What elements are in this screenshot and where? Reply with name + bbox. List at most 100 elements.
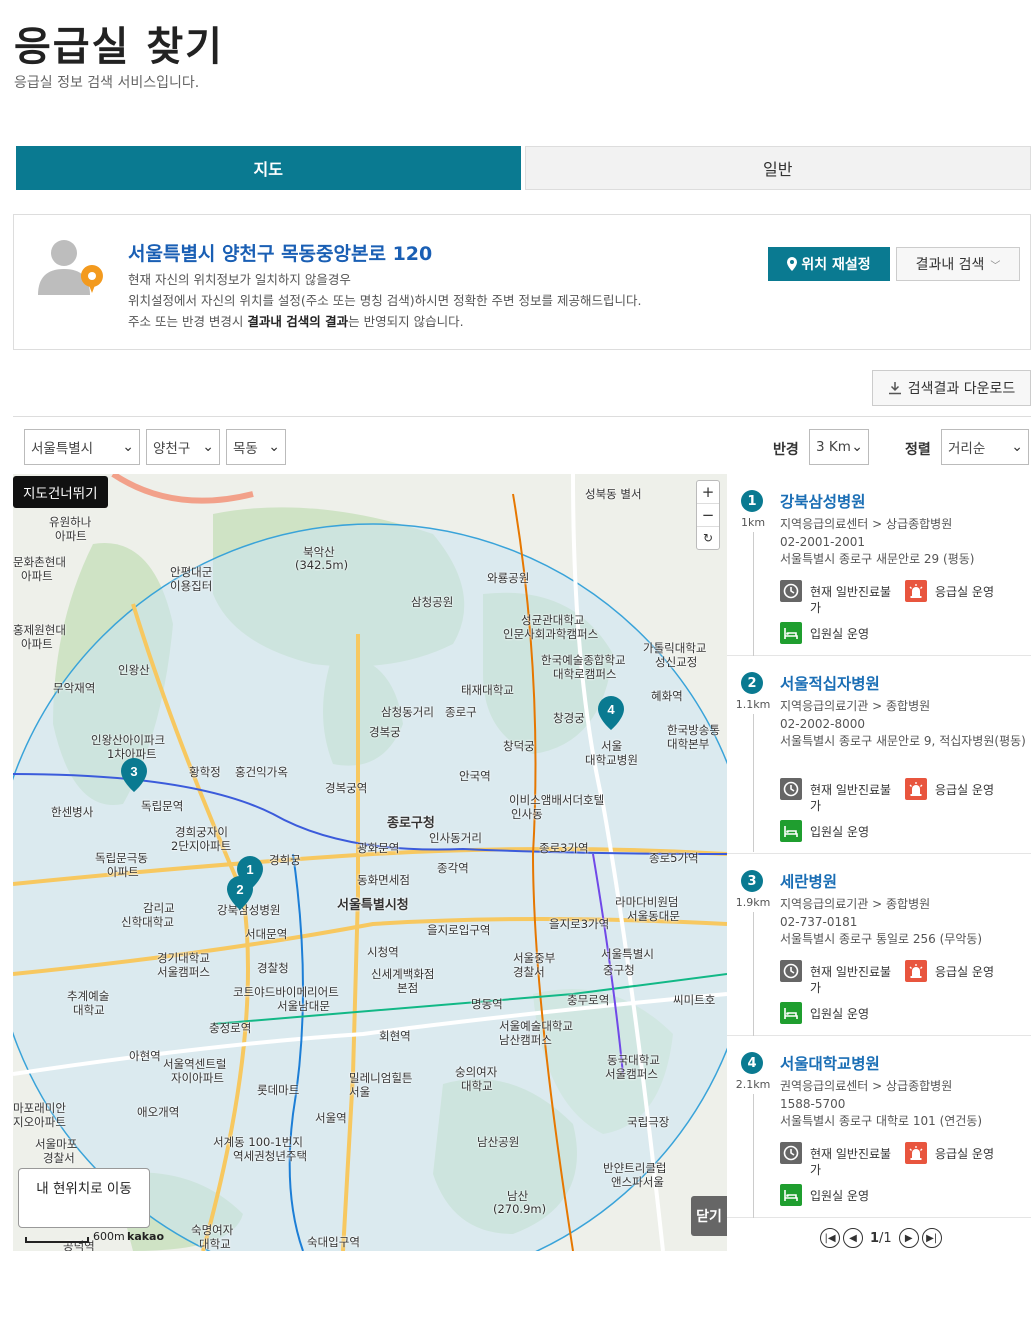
skip-map-link[interactable]: 지도건너뛰기 xyxy=(13,476,108,508)
radius-select[interactable]: 3 Km ⌄ xyxy=(809,429,869,465)
map-marker-3-num: 3 xyxy=(130,764,137,779)
district-select[interactable]: 양천구 ⌄ xyxy=(146,429,220,465)
map-marker-2-num: 2 xyxy=(236,882,243,897)
hospital-name-link[interactable]: 강북삼성병원 xyxy=(780,490,866,512)
map-label: 경희궁 xyxy=(269,853,301,867)
map-label: 종로구 xyxy=(445,705,477,719)
inpatient-status: 입원실 운영 xyxy=(810,627,870,641)
siren-icon xyxy=(905,778,927,800)
clock-icon xyxy=(780,778,802,800)
map-label: 서울특별시청 xyxy=(337,898,409,913)
map-view[interactable]: 성북동 별서 유원하나 아파트 문화촌현대 아파트 안평대군 이용집터 북악산 … xyxy=(13,474,727,1251)
map-label: 황학정 xyxy=(189,765,221,779)
er-status: 응급실 운영 xyxy=(935,1147,995,1161)
map-scale: 600m xyxy=(25,1230,125,1243)
map-label: 무악재역 xyxy=(53,681,96,695)
map-label: 서울역 xyxy=(315,1111,347,1125)
result-number: 1 xyxy=(741,490,763,512)
zoom-in-button[interactable]: + xyxy=(697,481,719,504)
map-label: 역세권청년주택 xyxy=(233,1149,308,1163)
download-results-button[interactable]: 검색결과 다운로드 xyxy=(872,370,1031,406)
chevron-down-icon: ﹀ xyxy=(990,260,1001,272)
map-reset-button[interactable]: ↻ xyxy=(697,527,719,549)
map-label: (270.9m) xyxy=(493,1202,547,1216)
location-notice-3: 주소 또는 반경 변경시 결과내 검색의 결과는 반영되지 않습니다. xyxy=(128,314,464,329)
map-label: (342.5m) xyxy=(295,558,349,572)
map-label: 대학본부 xyxy=(667,737,710,751)
map-label: 인사동거리 xyxy=(429,831,482,845)
map-marker-1-num: 1 xyxy=(246,862,253,877)
list-item[interactable]: 1 1km 강북삼성병원 지역응급의료센터 > 상급종합병원 02-2001-2… xyxy=(727,474,1031,656)
map-label: 종로구청 xyxy=(387,816,435,831)
map-label: 서울동대문 xyxy=(627,909,680,923)
chevron-down-icon: ⌄ xyxy=(851,439,863,455)
zoom-out-button[interactable]: − xyxy=(697,504,719,527)
map-label: 아파트 xyxy=(107,865,139,879)
map-label: 서울특별시 xyxy=(601,947,654,961)
map-label: 남산캠퍼스 xyxy=(499,1033,552,1047)
map-label: 롯데마트 xyxy=(257,1083,300,1097)
map-label: 종로5가역 xyxy=(649,851,699,865)
tab-map[interactable]: 지도 xyxy=(16,146,521,190)
map-label: 안국역 xyxy=(459,769,491,783)
location-notice-2: 위치설정에서 자신의 위치를 설정(주소 또는 명칭 검색)하시면 정확한 주변… xyxy=(128,293,642,308)
map-label: 을지로입구역 xyxy=(427,923,491,937)
map-marker-4[interactable]: 4 xyxy=(598,696,624,730)
city-select[interactable]: 서울특별시 ⌄ xyxy=(24,429,140,465)
first-page-button[interactable]: |◀ xyxy=(820,1228,840,1248)
siren-icon xyxy=(905,960,927,982)
last-page-button[interactable]: ▶| xyxy=(921,1228,942,1248)
pagination: |◀ ◀ 1/1 ▶ ▶| xyxy=(820,1228,942,1248)
general-care-status: 현재 일반진료불가 xyxy=(810,585,892,615)
hospital-type: 지역응급의료기관 > 종합병원 xyxy=(780,699,931,713)
map-label: 경복궁역 xyxy=(325,781,368,795)
er-status: 응급실 운영 xyxy=(935,783,995,797)
general-care-status: 현재 일반진료불가 xyxy=(810,965,892,995)
map-label: 시청역 xyxy=(367,945,399,959)
divider xyxy=(753,532,754,656)
dong-select[interactable]: 목동 ⌄ xyxy=(226,429,286,465)
dong-select-value: 목동 xyxy=(233,441,258,457)
chevron-down-icon: ⌄ xyxy=(1011,439,1023,455)
map-label: 홍건익가옥 xyxy=(235,765,288,779)
map-label: 아파트 xyxy=(55,529,87,543)
map-label: 성북동 별서 xyxy=(585,487,642,501)
tab-general[interactable]: 일반 xyxy=(524,146,1031,190)
my-location-button[interactable]: 내 현위치로 이동 xyxy=(18,1168,150,1228)
prev-page-button[interactable]: ◀ xyxy=(843,1228,863,1248)
siren-icon xyxy=(905,1142,927,1164)
chevron-down-icon: ⌄ xyxy=(122,439,134,455)
bed-icon xyxy=(780,622,802,644)
map-label: 지오아파트 xyxy=(13,1115,66,1129)
map-marker-3[interactable]: 3 xyxy=(121,758,147,792)
map-label: 광화문역 xyxy=(357,841,400,855)
map-label: 숙대입구역 xyxy=(307,1235,360,1249)
pin-icon xyxy=(787,257,798,271)
map-label: 성신교정 xyxy=(655,655,698,669)
current-page: 1 xyxy=(870,1230,880,1246)
bed-icon xyxy=(780,1002,802,1024)
hospital-name-link[interactable]: 세란병원 xyxy=(780,870,837,892)
list-item[interactable]: 3 1.9km 세란병원 지역응급의료기관 > 종합병원 02-737-0181… xyxy=(727,854,1031,1036)
map-marker-2[interactable]: 2 xyxy=(227,876,253,910)
list-item[interactable]: 4 2.1km 서울대학교병원 권역응급의료센터 > 상급종합병원 1588-5… xyxy=(727,1036,1031,1218)
hospital-name-link[interactable]: 서울적십자병원 xyxy=(780,672,880,694)
result-distance: 2.1km xyxy=(735,1078,771,1091)
list-item[interactable]: 2 1.1km 서울적십자병원 지역응급의료기관 > 종합병원 02-2002-… xyxy=(727,656,1031,854)
close-map-button[interactable]: 닫기 xyxy=(691,1196,727,1236)
hospital-address: 서울특별시 종로구 통일로 256 (무악동) xyxy=(780,932,983,946)
map-label: 대학교 xyxy=(73,1003,105,1017)
sort-select[interactable]: 거리순 ⌄ xyxy=(941,429,1029,465)
map-label: 대학교 xyxy=(199,1237,231,1251)
map-label: 2단지아파트 xyxy=(171,839,232,853)
hospital-name-link[interactable]: 서울대학교병원 xyxy=(780,1052,880,1074)
result-number: 2 xyxy=(741,672,763,694)
map-label: 인문사회과학캠퍼스 xyxy=(503,627,599,641)
scale-bar xyxy=(25,1237,89,1243)
next-page-button[interactable]: ▶ xyxy=(898,1228,919,1248)
scale-label: 600m xyxy=(93,1230,125,1243)
reset-location-button[interactable]: 위치 재설정 xyxy=(768,247,890,281)
map-label: 앤스파서울 xyxy=(611,1175,664,1189)
search-in-results-button[interactable]: 결과내 검색 ﹀ xyxy=(896,247,1020,281)
er-status: 응급실 운영 xyxy=(935,585,995,599)
